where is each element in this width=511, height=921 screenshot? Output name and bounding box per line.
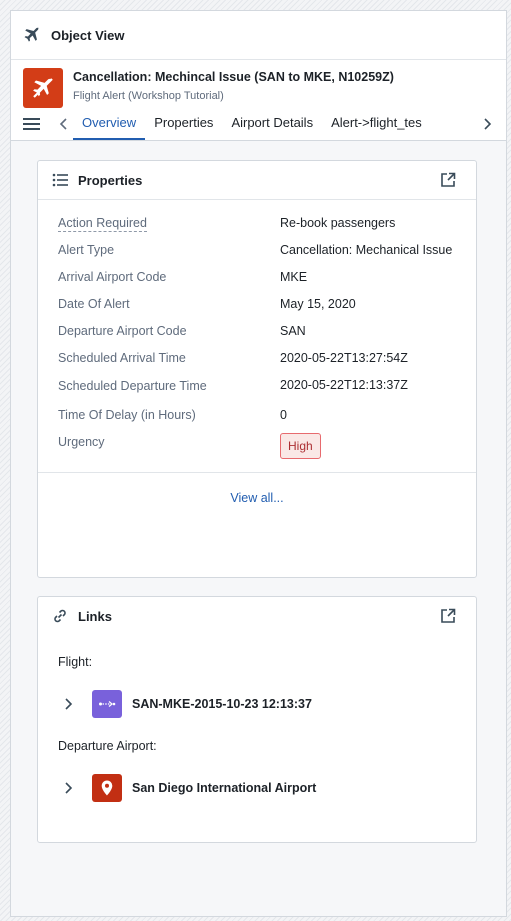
properties-list: Action Required Re-book passengers Alert… xyxy=(38,200,476,459)
properties-card-title: Properties xyxy=(78,172,143,188)
tab-properties[interactable]: Properties xyxy=(145,108,222,140)
links-card-header: Links xyxy=(38,597,476,635)
property-value: SAN xyxy=(280,324,306,338)
link-item-name[interactable]: San Diego International Airport xyxy=(132,781,316,795)
property-value: 2020-05-22T13:27:54Z xyxy=(280,351,408,365)
object-view-topbar: Object View xyxy=(11,11,506,60)
tab-airport-details[interactable]: Airport Details xyxy=(222,108,322,140)
property-key-action-required[interactable]: Action Required xyxy=(58,214,147,232)
link-group-label: Flight: xyxy=(58,655,93,669)
link-item-name[interactable]: SAN-MKE-2015-10-23 12:13:37 xyxy=(132,697,312,711)
property-key: Urgency xyxy=(58,435,105,449)
property-key: Time Of Delay (in Hours) xyxy=(58,408,196,422)
object-type-subtitle: Flight Alert (Workshop Tutorial) xyxy=(73,90,224,102)
link-item-departure-airport[interactable]: San Diego International Airport xyxy=(58,773,456,803)
link-item-flight[interactable]: SAN-MKE-2015-10-23 12:13:37 xyxy=(58,689,456,719)
links-list: Flight: SAN-MKE-2015-10-23 12:13:37 Depa… xyxy=(38,655,476,803)
property-row: Action Required Re-book passengers xyxy=(58,214,456,232)
flight-route-icon xyxy=(92,690,122,718)
urgency-badge: High xyxy=(280,433,321,459)
view-all-link[interactable]: View all... xyxy=(38,472,476,522)
property-row: Scheduled Departure Time 2020-05-22T12:1… xyxy=(58,376,456,397)
object-title-row: Cancellation: Mechincal Issue (SAN to MK… xyxy=(11,60,506,108)
object-header: Cancellation: Mechincal Issue (SAN to MK… xyxy=(11,60,506,141)
property-row: Scheduled Arrival Time 2020-05-22T13:27:… xyxy=(58,349,456,367)
property-value: Re-book passengers xyxy=(280,216,396,230)
link-icon xyxy=(54,609,66,623)
list-icon xyxy=(52,173,68,187)
map-marker-icon xyxy=(92,774,122,802)
tab-overview[interactable]: Overview xyxy=(73,108,146,140)
hamburger-menu-icon[interactable] xyxy=(23,117,41,131)
property-row: Urgency High xyxy=(58,433,456,459)
property-value: MKE xyxy=(280,270,308,284)
properties-card-header: Properties xyxy=(38,161,476,200)
property-row: Date Of Alert May 15, 2020 xyxy=(58,295,456,313)
property-key: Arrival Airport Code xyxy=(58,270,167,284)
property-key: Scheduled Arrival Time xyxy=(58,351,186,365)
flight-alert-icon xyxy=(23,68,63,108)
link-group-label: Departure Airport: xyxy=(58,739,157,753)
object-title: Cancellation: Mechincal Issue (SAN to MK… xyxy=(73,70,394,84)
expand-chevron-icon[interactable] xyxy=(58,778,78,798)
open-external-icon[interactable] xyxy=(440,608,456,624)
links-card: Links Flight: SAN-MKE-2015-10-23 12:13:3… xyxy=(37,596,477,843)
airplane-icon xyxy=(24,27,39,42)
property-value: 2020-05-22T12:13:37Z xyxy=(280,378,408,392)
property-value: 0 xyxy=(280,408,287,422)
tabs-scroll-left-chevron-icon[interactable] xyxy=(55,115,73,133)
open-external-icon[interactable] xyxy=(440,172,456,188)
property-key: Date Of Alert xyxy=(58,297,130,311)
expand-chevron-icon[interactable] xyxy=(58,694,78,714)
property-key: Departure Airport Code xyxy=(58,324,187,338)
property-row: Arrival Airport Code MKE xyxy=(58,268,456,286)
property-row: Alert Type Cancellation: Mechanical Issu… xyxy=(58,241,456,259)
airplane-cancel-icon xyxy=(33,78,53,98)
properties-card: Properties Action Required Re-book passe… xyxy=(37,160,477,578)
property-row: Departure Airport Code SAN xyxy=(58,322,456,340)
tab-bar: Overview Properties Airport Details Aler… xyxy=(11,108,506,140)
topbar-title: Object View xyxy=(51,27,125,43)
property-row: Time Of Delay (in Hours) 0 xyxy=(58,406,456,424)
tabs-scroll-right-chevron-icon[interactable] xyxy=(478,115,496,133)
property-value: May 15, 2020 xyxy=(280,297,356,311)
property-value: Cancellation: Mechanical Issue xyxy=(280,243,453,257)
tab-alert-flight[interactable]: Alert->flight_tes xyxy=(322,108,431,140)
object-view-panel: Object View Cancellation: Mechincal Issu… xyxy=(10,10,507,917)
property-key: Scheduled Departure Time xyxy=(58,379,207,393)
property-key: Alert Type xyxy=(58,243,115,257)
links-card-title: Links xyxy=(78,608,112,624)
